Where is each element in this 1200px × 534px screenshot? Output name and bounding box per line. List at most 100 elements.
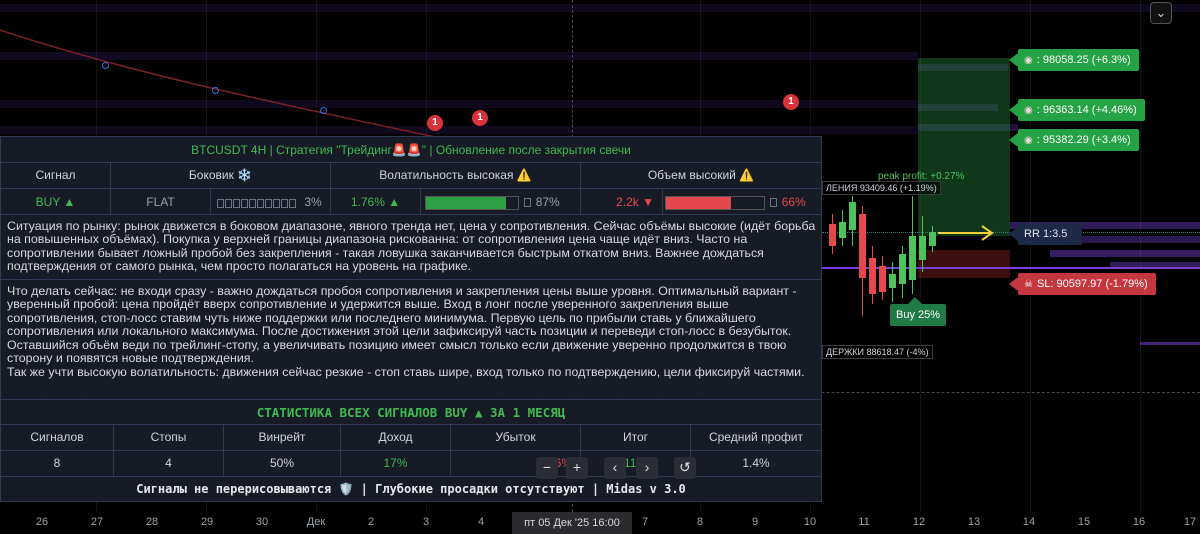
signal-dot bbox=[212, 87, 219, 94]
peak-profit-label: peak profit: +0.27% bbox=[878, 171, 965, 182]
meter-segment bbox=[289, 199, 296, 209]
skull-icon: ☠ bbox=[1024, 279, 1033, 290]
stats-value-cell: 17% bbox=[341, 451, 451, 477]
time-axis[interactable]: 26 27 28 29 30 Дек 2 3 4 7 8 9 10 11 12 … bbox=[0, 512, 1200, 534]
stats-header-cell: Средний профит bbox=[691, 425, 821, 451]
time-tick: Дек bbox=[306, 516, 326, 528]
volume-profile-bar bbox=[1140, 342, 1200, 345]
reset-chart-button[interactable]: ↺ bbox=[674, 457, 696, 479]
stats-header-cell: Стопы bbox=[114, 425, 224, 451]
time-tick: 4 bbox=[477, 516, 485, 528]
sideways-segments bbox=[217, 190, 297, 214]
time-tick: 8 bbox=[696, 516, 704, 528]
stats-header-cell: Итог bbox=[581, 425, 691, 451]
tag-text: : 95382.29 (+3.4%) bbox=[1036, 134, 1131, 146]
sideways-pct: 3% bbox=[304, 195, 322, 209]
volume-meter: 66% bbox=[663, 189, 821, 215]
time-tick: 26 bbox=[35, 516, 49, 528]
time-tick: 17 bbox=[1183, 516, 1197, 528]
event-marker[interactable]: 1 bbox=[783, 94, 799, 110]
moving-average-line bbox=[0, 29, 441, 139]
stats-value-cell: 6% bbox=[451, 451, 581, 477]
target-icon: ◉ bbox=[1024, 105, 1033, 116]
volume-pct: 66% bbox=[781, 195, 806, 209]
meter-segment bbox=[273, 199, 280, 209]
meter-segment bbox=[217, 199, 224, 209]
grid-line bbox=[1030, 0, 1031, 512]
meter-segment bbox=[233, 199, 240, 209]
volume-header: Объем высокий ⚠️ bbox=[581, 163, 821, 189]
stats-header-cell: Убыток bbox=[451, 425, 581, 451]
stats-header-cell: Доход bbox=[341, 425, 451, 451]
signal-dot bbox=[320, 107, 327, 114]
meter-segment bbox=[265, 199, 272, 209]
volume-bar bbox=[665, 195, 765, 210]
time-tick: 28 bbox=[145, 516, 159, 528]
stats-header-cell: Сигналов bbox=[1, 425, 114, 451]
stats-value-cell: 50% bbox=[224, 451, 341, 477]
tag-text: : 96363.14 (+4.46%) bbox=[1036, 104, 1137, 116]
scroll-left-button[interactable]: ‹ bbox=[604, 457, 626, 479]
time-tick: 14 bbox=[1022, 516, 1036, 528]
sideways-meter: 3% bbox=[211, 189, 331, 215]
event-marker[interactable]: 1 bbox=[472, 110, 488, 126]
take-profit-2-tag[interactable]: ◉: 96363.14 (+4.46%) bbox=[1009, 99, 1145, 121]
risk-reward-tag[interactable]: RR 1:3.5 bbox=[1009, 223, 1082, 245]
stats-title: СТАТИСТИКА ВСЕХ СИГНАЛОВ BUY ▲ ЗА 1 МЕСЯ… bbox=[1, 399, 821, 425]
buy-flag: Buy 25% bbox=[890, 297, 946, 326]
volatility-value: 1.76% ▲ bbox=[331, 189, 421, 215]
sideways-header: Боковик ❄️ bbox=[111, 163, 331, 189]
signal-header: Сигнал bbox=[1, 163, 111, 189]
time-tick: 29 bbox=[200, 516, 214, 528]
take-profit-3-tag[interactable]: ◉: 98058.25 (+6.3%) bbox=[1009, 49, 1139, 71]
crosshair-time-label: пт 05 Дек '25 16:00 bbox=[512, 512, 632, 534]
scroll-right-button[interactable]: › bbox=[636, 457, 658, 479]
volume-profile-bar bbox=[1070, 236, 1200, 243]
tag-text: RR 1:3.5 bbox=[1024, 228, 1068, 240]
time-tick: 7 bbox=[641, 516, 649, 528]
volatility-pct: 87% bbox=[535, 195, 560, 209]
stats-value-row: 8 4 50% 17% 6% 11% 1.4% bbox=[1, 451, 821, 477]
panel-header-row: Сигнал Боковик ❄️ Волатильность высокая … bbox=[1, 163, 821, 189]
resistance-label: ЛЕНИЯ 93409.46 (+1.19%) bbox=[822, 181, 941, 195]
volume-profile-bar bbox=[1050, 250, 1200, 257]
volatility-bar bbox=[425, 195, 519, 210]
advice-text: Что делать сейчас: не входи сразу - важн… bbox=[7, 284, 797, 366]
event-marker[interactable]: 1 bbox=[427, 115, 443, 131]
signal-dot bbox=[102, 62, 109, 69]
meter-segment bbox=[249, 199, 256, 209]
trend-value: FLAT bbox=[111, 189, 211, 215]
time-tick: 15 bbox=[1077, 516, 1091, 528]
target-icon: ◉ bbox=[1024, 135, 1033, 146]
time-tick: 13 bbox=[967, 516, 981, 528]
signal-value: BUY ▲ bbox=[1, 189, 111, 215]
stats-value-cell: 4 bbox=[114, 451, 224, 477]
target-icon: ◉ bbox=[1024, 55, 1033, 66]
scroll-down-button[interactable]: ⌄ bbox=[1150, 2, 1172, 24]
time-tick: 10 bbox=[803, 516, 817, 528]
meter-segment bbox=[241, 199, 248, 209]
divider bbox=[1, 279, 821, 280]
time-tick: 27 bbox=[90, 516, 104, 528]
time-tick: 16 bbox=[1132, 516, 1146, 528]
panel-title: BTCUSDT 4H | Стратегия "Трейдинг🚨🚨" | Об… bbox=[1, 137, 821, 163]
support-label: ДЕРЖКИ 88618.47 (-4%) bbox=[822, 345, 933, 359]
zoom-out-button[interactable]: − bbox=[536, 457, 558, 479]
volatility-meter: 87% bbox=[421, 189, 581, 215]
stats-value-cell: 8 bbox=[1, 451, 114, 477]
stop-loss-zone bbox=[918, 250, 1010, 278]
bar-end-segment bbox=[770, 198, 778, 208]
take-profit-1-tag[interactable]: ◉: 95382.29 (+3.4%) bbox=[1009, 129, 1139, 151]
tag-text: : 98058.25 (+6.3%) bbox=[1036, 54, 1131, 66]
time-tick: 3 bbox=[422, 516, 430, 528]
meter-segment bbox=[281, 199, 288, 209]
advice-volatility-text: Так же учти высокую волатильность: движе… bbox=[7, 365, 805, 379]
stop-loss-tag[interactable]: ☠ SL: 90597.97 (-1.79%) bbox=[1009, 273, 1156, 295]
time-tick: 11 bbox=[858, 516, 870, 528]
volume-value: 2.2k ▼ bbox=[581, 189, 663, 215]
stats-value-cell: 1.4% bbox=[691, 451, 821, 477]
zoom-in-button[interactable]: + bbox=[566, 457, 588, 479]
take-profit-zone bbox=[918, 58, 1010, 236]
tag-text: SL: 90597.97 (-1.79%) bbox=[1036, 278, 1148, 290]
stats-header-row: Сигналов Стопы Винрейт Доход Убыток Итог… bbox=[1, 425, 821, 451]
